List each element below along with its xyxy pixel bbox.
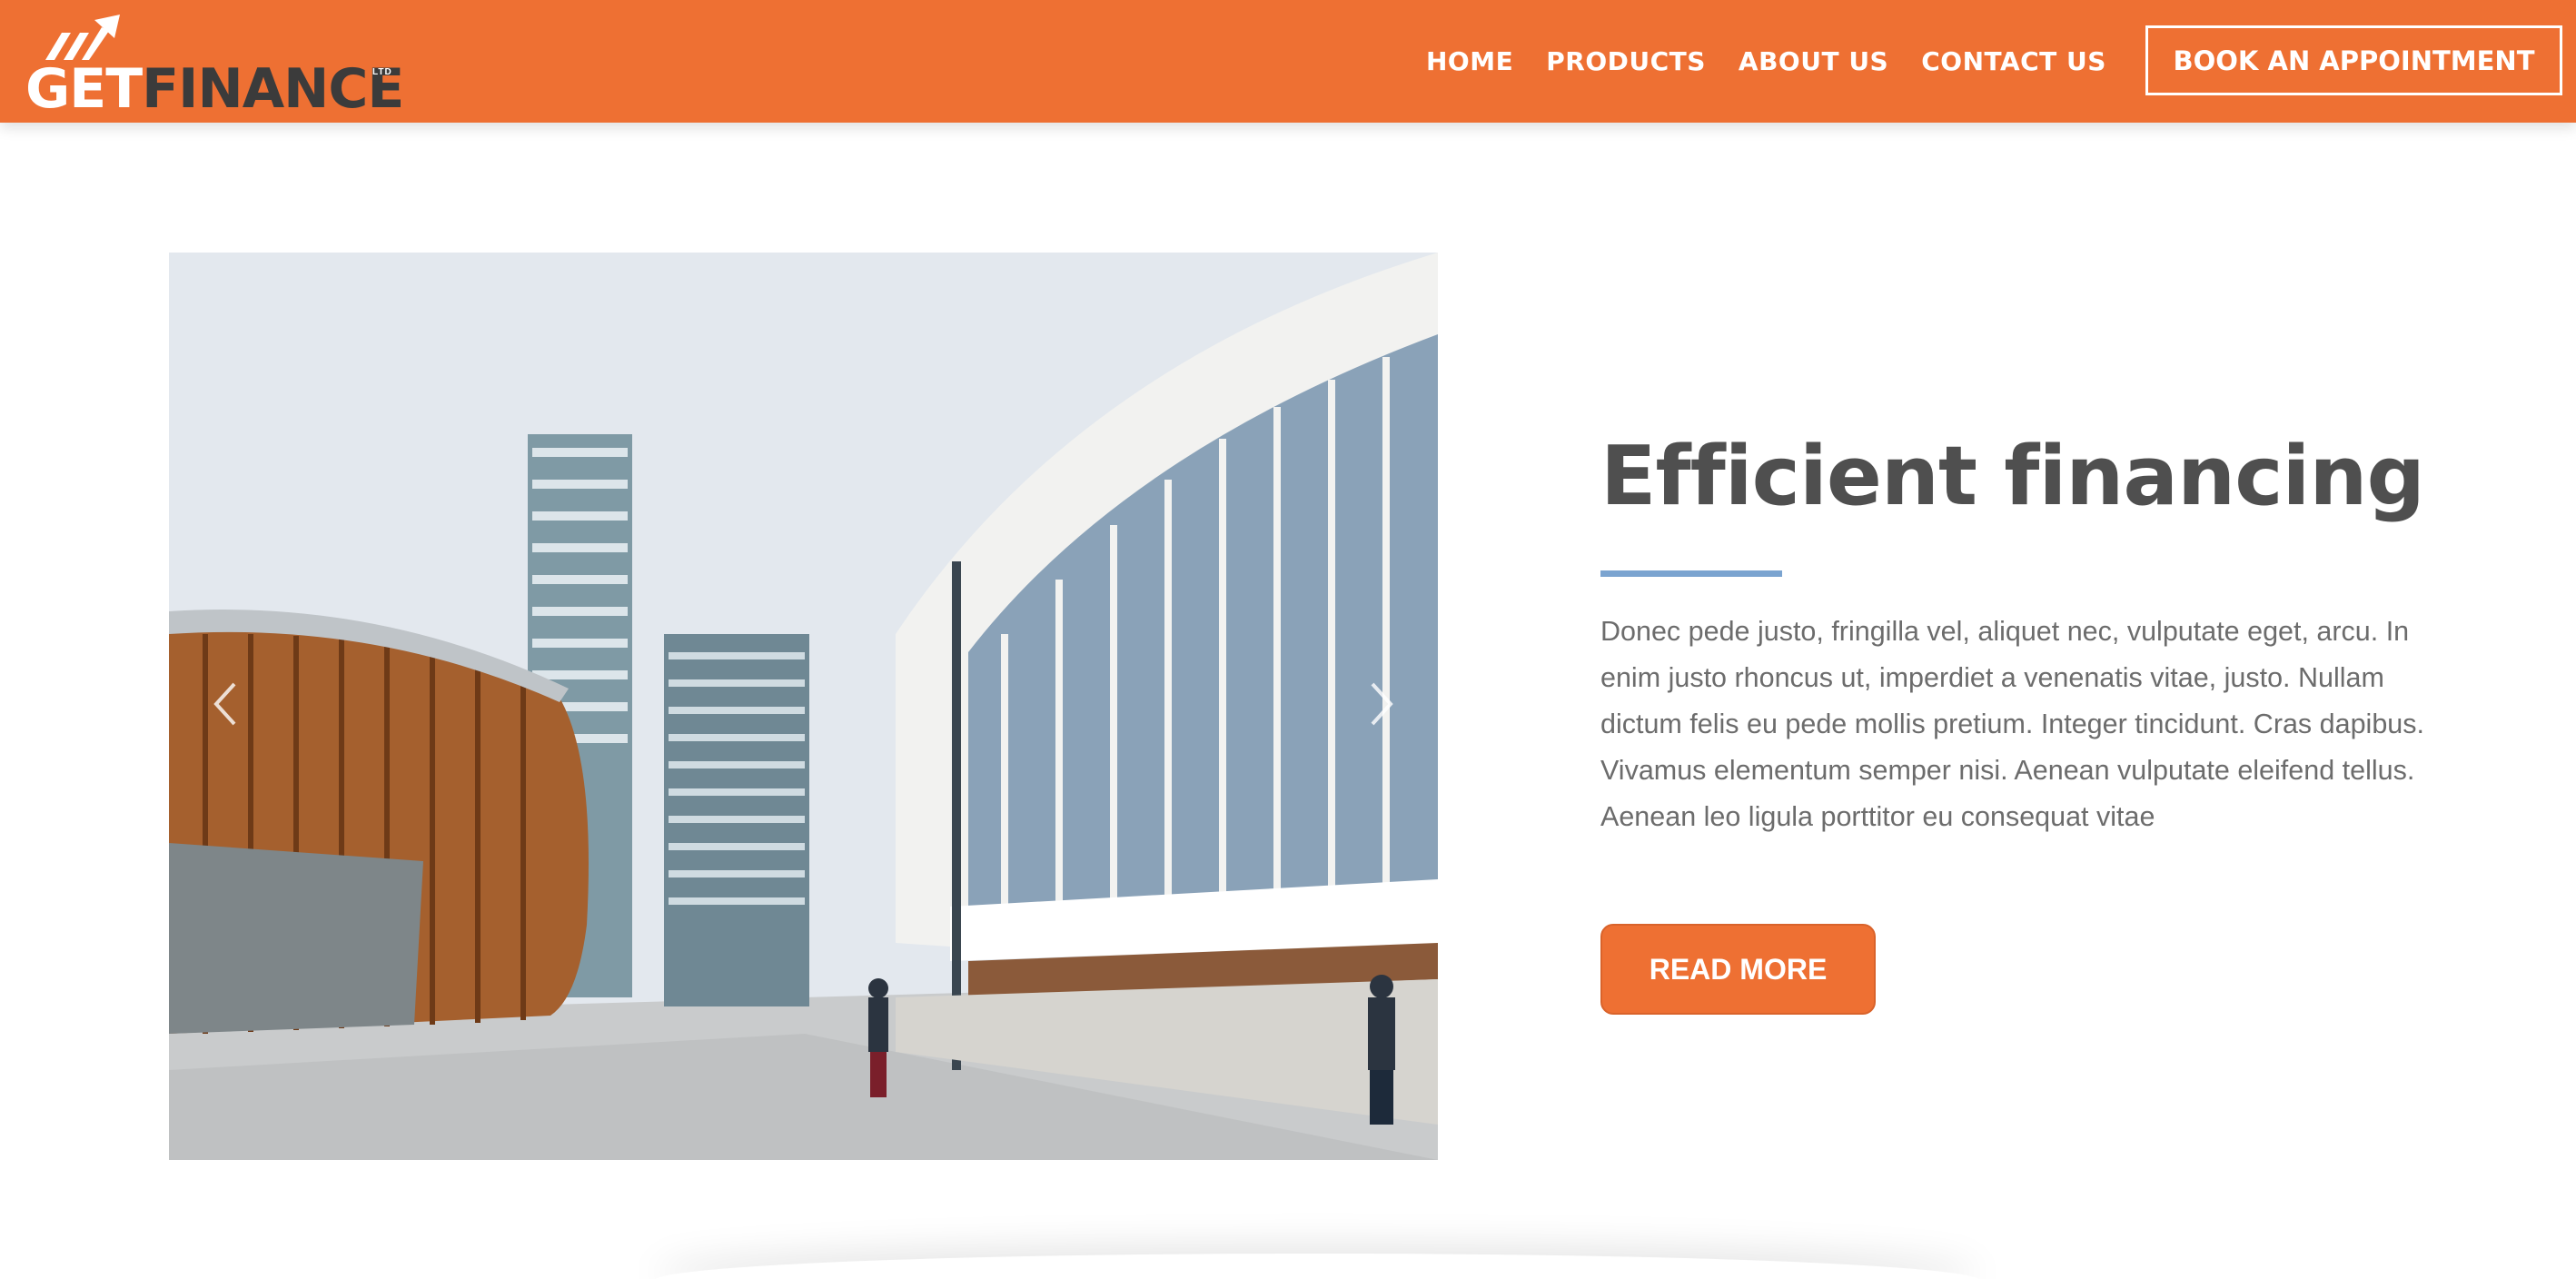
hero-description: Donec pede justo, fringilla vel, aliquet…: [1600, 616, 2424, 832]
chevron-right-icon[interactable]: [1363, 677, 1400, 731]
city-architecture-image: [169, 253, 1438, 1160]
site-header: GETFINANCE LTD HOME PRODUCTS ABOUT US CO…: [0, 0, 2576, 123]
nav-products[interactable]: PRODUCTS: [1546, 46, 1706, 76]
nav-contact-us[interactable]: CONTACT US: [1921, 46, 2106, 76]
getfinance-logo[interactable]: GETFINANCE LTD: [25, 13, 407, 121]
hero-title: Efficient financing: [1600, 429, 2425, 524]
logo-ltd-text: LTD: [372, 67, 392, 77]
nav-home[interactable]: HOME: [1426, 46, 1513, 76]
title-divider: [1600, 570, 1782, 577]
hero-slider-image: [169, 253, 1438, 1160]
logo-finance-text: FINANCE: [142, 57, 404, 121]
nav-about-us[interactable]: ABOUT US: [1739, 46, 1888, 76]
logo-get-text: GET: [25, 57, 143, 121]
next-section-shadow: [654, 1254, 1980, 1279]
book-appointment-button[interactable]: BOOK AN APPOINTMENT: [2145, 25, 2562, 95]
main-nav: HOME PRODUCTS ABOUT US CONTACT US: [1426, 0, 2139, 123]
logo-wordmark: GETFINANCE: [25, 56, 404, 122]
chevron-left-icon[interactable]: [207, 677, 243, 731]
read-more-button[interactable]: READ MORE: [1600, 924, 1876, 1015]
